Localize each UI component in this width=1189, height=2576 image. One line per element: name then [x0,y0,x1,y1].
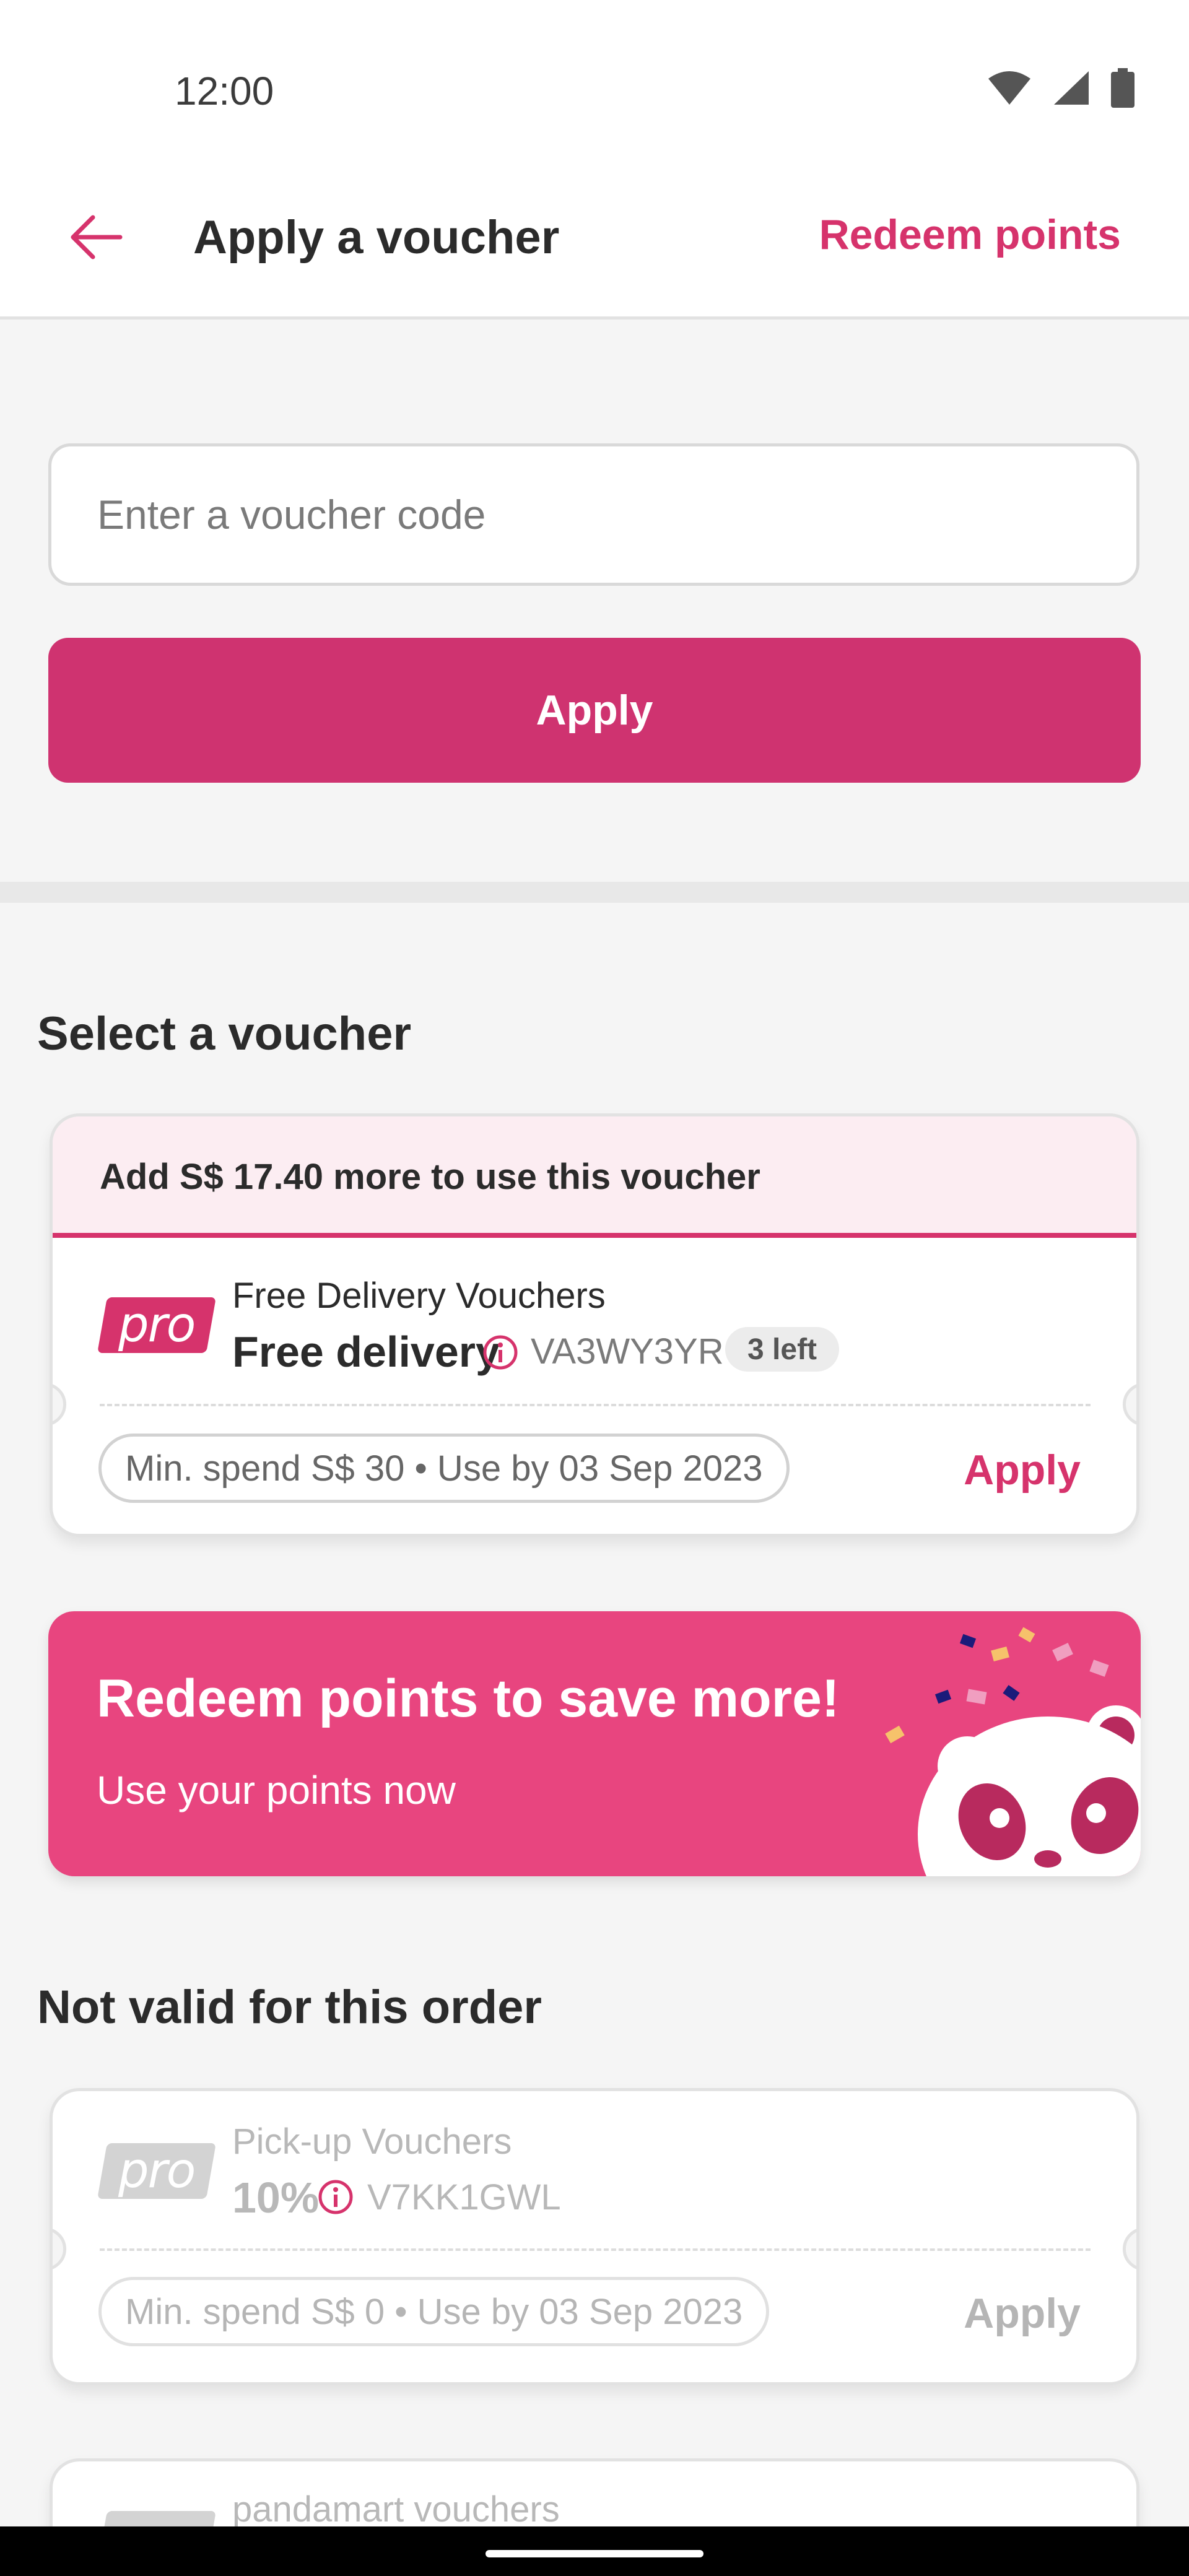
not-valid-heading: Not valid for this order [37,1981,542,2034]
section-divider [0,882,1189,903]
arrow-left-icon [69,214,123,264]
status-time: 12:00 [175,69,274,113]
voucher-value: 10% [232,2174,320,2222]
pro-logo-text: pro [118,2143,195,2199]
promo-title: Redeem points to save more! [97,1669,840,1728]
back-button[interactable] [62,204,130,272]
pro-logo-text: pro [118,1297,195,1353]
voucher-code-section: Apply [0,320,1189,882]
voucher-value: Free delivery [232,1328,500,1376]
voucher-code: VA3WY3YR [531,1331,724,1372]
remaining-badge: 3 left [725,1327,840,1372]
screen: 12:00 Apply a voucher Redeem points Appl… [0,0,1189,2576]
info-icon[interactable] [318,2179,354,2215]
select-voucher-heading: Select a voucher [37,1007,412,1060]
redeem-points-promo[interactable]: Redeem points to save more! Use your poi… [48,1611,1141,1876]
promo-subtitle: Use your points now [97,1768,456,1812]
voucher-code: V7KK1GWL [367,2177,561,2217]
system-nav-bar [0,2526,1189,2576]
voucher-card[interactable]: Add S$ 17.40 more to use this voucher pr… [50,1113,1139,1537]
apply-code-button[interactable]: Apply [48,638,1141,783]
voucher-category: Pick-up Vouchers [232,2121,512,2162]
home-indicator[interactable] [486,2550,703,2557]
status-icons [987,68,1135,108]
voucher-terms: Min. spend S$ 0 • Use by 03 Sep 2023 [98,2277,770,2346]
wifi-icon [987,70,1032,106]
card-separator [100,2248,1091,2251]
card-notch-right [1123,2227,1136,2271]
min-spend-banner: Add S$ 17.40 more to use this voucher [53,1116,1136,1238]
page-title: Apply a voucher [193,211,560,264]
panda-confetti-illustration [868,1611,1141,1876]
voucher-code-input[interactable] [48,443,1139,586]
min-spend-banner-text: Add S$ 17.40 more to use this voucher [100,1157,760,1197]
voucher-terms: Min. spend S$ 30 • Use by 03 Sep 2023 [98,1434,790,1503]
signal-icon [1053,70,1090,106]
app-bar: Apply a voucher Redeem points [0,161,1189,320]
apply-voucher-button-disabled: Apply [964,2290,1081,2337]
voucher-category: pandamart vouchers [232,2489,560,2530]
status-bar: 12:00 [0,0,1189,161]
redeem-points-link[interactable]: Redeem points [819,211,1121,259]
voucher-card-disabled: pro Pick-up Vouchers 10% V7KK1GWL Min. s… [50,2088,1139,2385]
card-notch-left [53,1383,66,1426]
info-icon[interactable] [482,1334,518,1370]
pro-logo: pro [97,1297,216,1353]
pro-logo: pro [97,2143,216,2199]
voucher-category: Free Delivery Vouchers [232,1276,606,1316]
battery-icon [1111,68,1135,108]
card-notch-right [1123,1383,1136,1426]
card-notch-left [53,2227,66,2271]
card-separator [100,1404,1091,1406]
apply-voucher-button[interactable]: Apply [964,1446,1081,1494]
